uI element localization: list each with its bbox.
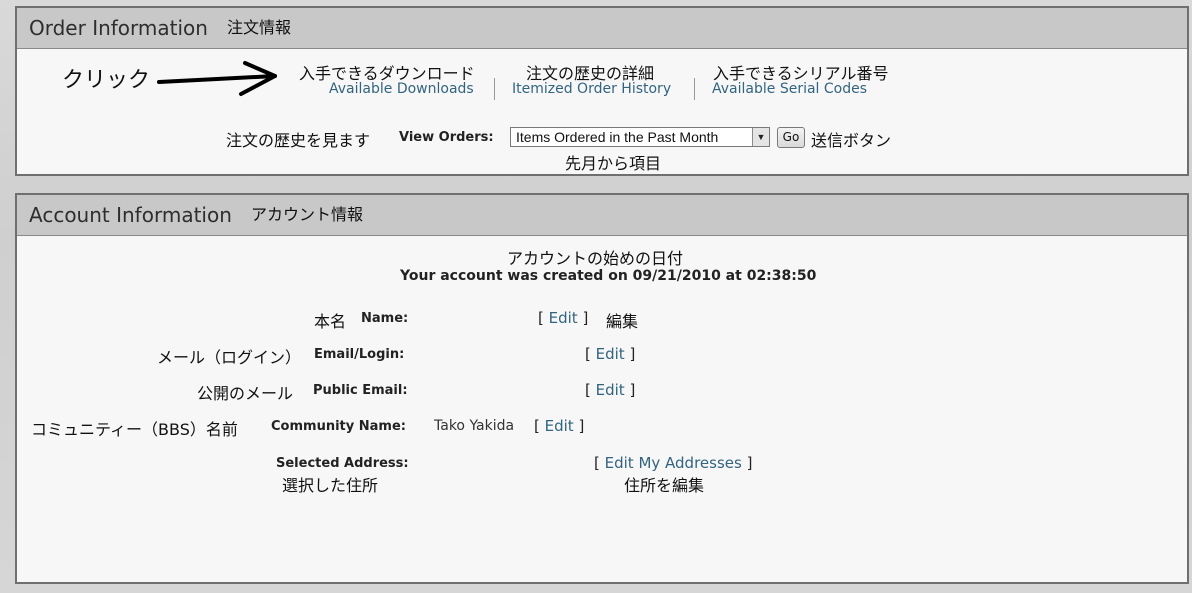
itemized-order-history-link[interactable]: Itemized Order History (512, 81, 671, 97)
account-information-panel: Account Information アカウント情報 アカウントの始めの日付 … (15, 193, 1189, 584)
edit-my-addresses-group: [ Edit My Addresses ] (594, 454, 753, 472)
view-orders-jp: 注文の歴史を見ます (226, 131, 371, 150)
go-button-jp: 送信ボタン (811, 131, 892, 150)
community-name-edit-link[interactable]: Edit (545, 417, 574, 435)
edit-addresses-jp: 住所を編集 (624, 476, 705, 495)
account-information-header: Account Information アカウント情報 (17, 195, 1187, 236)
public-email-edit-group: [ Edit ] (585, 381, 636, 399)
name-edit-group: [ Edit ] (538, 309, 589, 327)
edit-my-addresses-link[interactable]: Edit My Addresses (605, 454, 742, 472)
public-email-label-jp: 公開のメール (197, 384, 294, 403)
view-orders-select[interactable]: Items Ordered in the Past Month ▼ (510, 127, 770, 147)
order-information-panel: Order Information 注文情報 クリック 入手できるダウンロード … (15, 6, 1189, 176)
email-login-label: Email/Login: (314, 347, 405, 362)
account-created-text: Your account was created on 09/21/2010 a… (400, 268, 817, 284)
view-orders-label: View Orders: (399, 130, 494, 145)
available-downloads-link[interactable]: Available Downloads (329, 81, 474, 97)
arrow-annotation-icon (157, 61, 277, 96)
community-name-label-jp: コミュニティー（BBS）名前 (31, 420, 238, 439)
link-divider (694, 78, 695, 100)
public-email-edit-link[interactable]: Edit (596, 381, 625, 399)
community-name-edit-group: [ Edit ] (534, 417, 585, 435)
name-label: Name: (361, 311, 409, 326)
public-email-label: Public Email: (313, 383, 408, 398)
account-created-jp: アカウントの始めの日付 (507, 249, 684, 268)
email-login-label-jp: メール（ログイン） (157, 348, 302, 367)
link-divider (494, 78, 495, 100)
view-orders-selected-value: Items Ordered in the Past Month (516, 129, 719, 145)
email-login-edit-group: [ Edit ] (585, 345, 636, 363)
view-orders-value-jp: 先月から項目 (565, 154, 662, 173)
community-name-label: Community Name: (271, 419, 406, 434)
account-information-title-jp: アカウント情報 (251, 205, 364, 224)
community-name-value: Tako Yakida (434, 418, 515, 434)
go-button[interactable]: Go (777, 127, 805, 148)
dropdown-arrow-icon[interactable]: ▼ (752, 128, 769, 146)
selected-address-jp: 選択した住所 (282, 476, 379, 495)
name-label-jp: 本名 (314, 312, 347, 331)
selected-address-label: Selected Address: (276, 456, 409, 471)
click-annotation: クリック (62, 68, 151, 93)
account-information-title: Account Information (29, 203, 232, 227)
name-edit-link[interactable]: Edit (549, 309, 578, 327)
email-login-edit-link[interactable]: Edit (596, 345, 625, 363)
available-serial-codes-link[interactable]: Available Serial Codes (712, 81, 867, 97)
order-information-title: Order Information (29, 16, 208, 40)
order-information-title-jp: 注文情報 (227, 18, 292, 37)
edit-jp: 編集 (606, 312, 639, 331)
order-information-header: Order Information 注文情報 (17, 8, 1187, 49)
